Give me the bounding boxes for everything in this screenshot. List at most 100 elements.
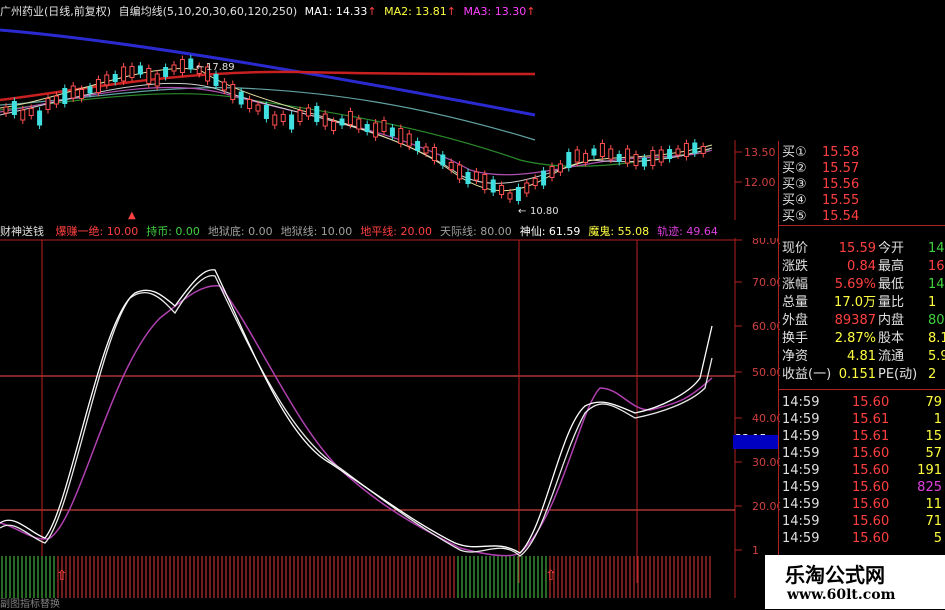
tick-time: 14:59 [782, 429, 820, 444]
tick-time: 14:59 [782, 497, 820, 512]
candle [163, 67, 169, 77]
candle [364, 124, 370, 132]
stat-label: 收益(一) [782, 367, 832, 382]
candle [179, 59, 185, 73]
stat-label: 涨跌 [782, 259, 809, 274]
low-annotation: ← [518, 206, 526, 217]
candle [599, 143, 605, 157]
stat-value: 5.69% [834, 277, 876, 292]
candle [280, 114, 286, 122]
candle [11, 101, 17, 115]
ma2-value: MA2: 13.81 [384, 5, 447, 18]
tick-price: 15.61 [852, 412, 890, 427]
candle [3, 106, 9, 114]
candle [70, 85, 76, 99]
candle [28, 108, 34, 116]
candle [448, 162, 454, 170]
y-axis-label: 13.50 [744, 146, 776, 159]
stat-label: 最低 [878, 277, 905, 292]
candle [289, 114, 295, 130]
indicator-value-3: 地狱线: 10.00 [280, 225, 353, 238]
candle [625, 148, 631, 164]
indicator-name[interactable]: 财神送钱 [0, 225, 44, 238]
indicator-value-4: 地平线: 20.00 [360, 225, 433, 238]
candle [213, 74, 219, 86]
stat-value: 2.87% [834, 331, 876, 346]
candle [322, 113, 328, 127]
indicator-header: 财神送钱 爆赚一绝: 10.00 持币: 0.00 地狱底: 0.00 地狱线: 10… [0, 225, 718, 239]
tick-time: 14:59 [782, 463, 820, 478]
candle [297, 110, 303, 122]
trajectory-line [0, 285, 713, 557]
chart-header: 广州药业(日线,前复权) 自编均线(5,10,20,30,60,120,250)… [0, 5, 535, 19]
quote-panel: 买① 15.58 买② 15.57 买③ 15.56 买④ 15.55 买⑤ 15.54 现价 1… [778, 141, 945, 609]
tick-time: 14:59 [782, 446, 820, 461]
tick-volume: 71 [925, 514, 942, 529]
candle [171, 64, 177, 72]
tick-time: 14:59 [782, 412, 820, 427]
secondary-indicator-switch[interactable]: 副图指标替换 [0, 595, 60, 610]
stat-value: 14 [928, 241, 945, 256]
candle [675, 148, 681, 156]
stat-value: 0.151 [838, 367, 876, 382]
tick-price: 15.60 [852, 480, 890, 495]
candle [37, 110, 43, 126]
candle [482, 174, 488, 190]
stat-label: 现价 [782, 241, 809, 256]
bid-price: 15.57 [822, 161, 860, 176]
candle [692, 142, 698, 154]
candle [247, 99, 253, 109]
up-arrow-icon: ↑ [446, 5, 457, 18]
candle [45, 98, 51, 110]
tick-volume: 79 [925, 395, 942, 410]
candle [566, 152, 572, 168]
indicator-axis-label: 80.00 [752, 238, 780, 247]
tick-time: 14:59 [782, 480, 820, 495]
tick-price: 15.60 [852, 514, 890, 529]
candle [641, 157, 647, 167]
candle [154, 73, 160, 87]
candle [524, 182, 530, 194]
divider [778, 389, 945, 390]
candle [339, 118, 345, 126]
tick-volume: 1 [933, 412, 942, 427]
tick-time: 14:59 [782, 395, 820, 410]
stat-label: 总量 [782, 295, 809, 310]
high-value: 17.89 [206, 62, 235, 73]
candlestick-chart[interactable]: ← 17.89 ← 10.80 13.50 12.00 ▲ [0, 0, 780, 220]
candle [440, 154, 446, 166]
candle [230, 84, 236, 100]
candle [121, 66, 127, 82]
bid-label: 买⑤ [782, 209, 807, 224]
candle [356, 118, 362, 130]
candle [650, 150, 656, 166]
indicator-chart[interactable]: ⇧ ⇧ 80.0070.0060.0050.0040.0033.1530.002… [0, 238, 780, 598]
stat-label: 量比 [878, 295, 905, 310]
stat-value: 89387 [834, 313, 876, 328]
candle [95, 79, 101, 93]
candle [62, 88, 68, 104]
bid-label: 买④ [782, 193, 807, 208]
candle [263, 105, 269, 119]
ma-group-label[interactable]: 自编均线(5,10,20,30,60,120,250) [119, 5, 298, 18]
candle [314, 106, 320, 122]
candle [381, 120, 387, 132]
tick-price: 15.61 [852, 429, 890, 444]
stat-value: 15.59 [838, 241, 876, 256]
candle [683, 143, 689, 157]
bid-price: 15.56 [822, 177, 860, 192]
candle [137, 65, 143, 75]
candle [633, 154, 639, 166]
candle [583, 153, 589, 163]
tick-price: 15.60 [852, 395, 890, 410]
tick-time: 14:59 [782, 514, 820, 529]
ma1-value: MA1: 14.33 [304, 5, 368, 18]
candle [423, 146, 429, 154]
candle [667, 149, 673, 159]
tick-price: 15.60 [852, 446, 890, 461]
candle [532, 178, 538, 186]
indicator-value-6: 神仙: 61.59 [519, 225, 581, 238]
bid-price: 15.54 [822, 209, 860, 224]
stat-value: 8.1 [928, 331, 945, 346]
indicator-axis-label: 20.00 [752, 500, 780, 513]
